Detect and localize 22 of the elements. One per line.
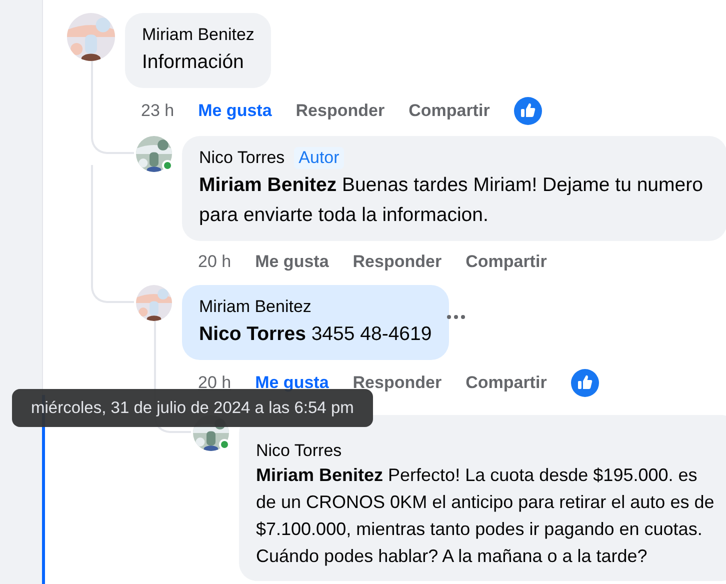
comment-action[interactable]: Responder bbox=[352, 250, 442, 274]
author-badge: Autor bbox=[294, 147, 344, 169]
comment-text: Miriam Benitez Buenas tardes Miriam! Dejame tu numero para enviarte toda la informacion. bbox=[199, 173, 704, 228]
comment-action[interactable]: Me gusta bbox=[198, 99, 272, 123]
comment-text: Miriam Benitez Perfecto! La cuota desde $195.000. es de un CRONOS 0KM el anticipo para retirar el auto es de $7.100.000, mientras tanto podes ir pagando en cuotas. Cuándo podes hablar? A la mañana o a la tarde? bbox=[256, 464, 716, 568]
more-options-icon[interactable] bbox=[446, 315, 465, 319]
like-reaction-icon[interactable] bbox=[570, 369, 599, 397]
comment-action[interactable]: Compartir bbox=[466, 371, 547, 395]
date-tooltip: miércoles, 31 de julio de 2024 a las 6:54 pm bbox=[12, 389, 373, 427]
timestamp-link[interactable]: 20 h bbox=[198, 250, 232, 274]
author-name[interactable]: Nico Torres bbox=[199, 146, 285, 170]
comment-action[interactable]: Responder bbox=[296, 99, 385, 123]
author-name[interactable]: Miriam Benitez bbox=[142, 23, 254, 47]
comment-text: Información bbox=[142, 50, 245, 75]
comment-text: Nico Torres 3455 48-4619 bbox=[199, 322, 432, 347]
timestamp-link[interactable]: 23 h bbox=[141, 99, 174, 123]
author-name[interactable]: Miriam Benitez bbox=[199, 295, 312, 319]
like-reaction-icon[interactable] bbox=[514, 97, 542, 125]
comment-action[interactable]: Me gusta bbox=[255, 250, 329, 274]
comment-action[interactable]: Compartir bbox=[408, 99, 490, 123]
comment-action[interactable]: Compartir bbox=[466, 250, 547, 274]
author-name[interactable]: Nico Torres bbox=[256, 440, 342, 462]
